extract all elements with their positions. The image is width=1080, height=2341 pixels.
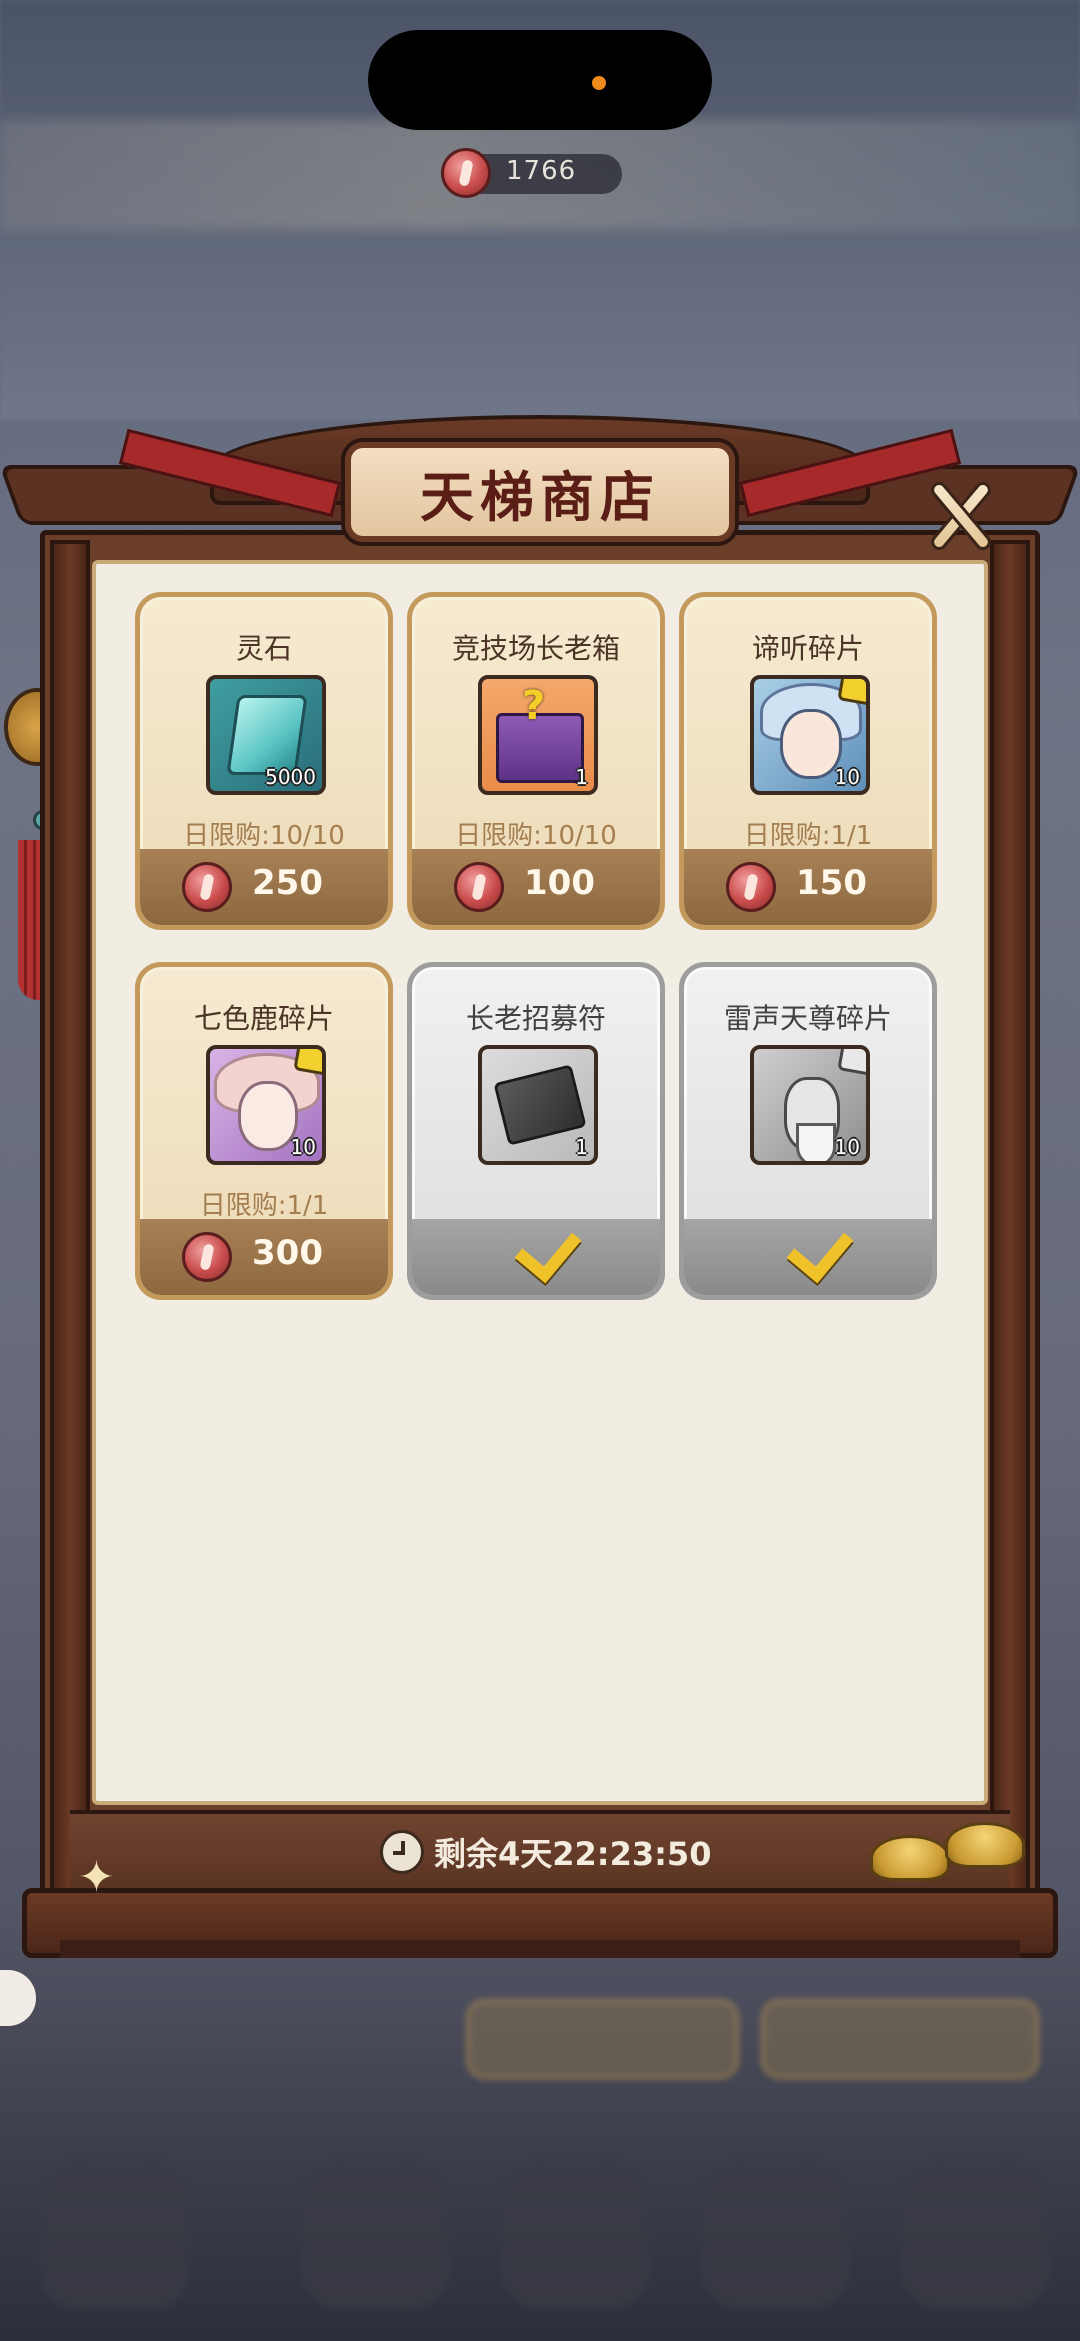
page-title: 天梯商店 bbox=[420, 464, 660, 529]
frame-post-right bbox=[990, 540, 1030, 1910]
recruit-talisman-icon: 1 bbox=[478, 1045, 598, 1165]
check-icon bbox=[784, 1227, 848, 1277]
shop-item-card-sold-out[interactable]: 长老招募符 1 bbox=[407, 962, 665, 1300]
check-icon bbox=[512, 1227, 576, 1277]
purchase-limit: 日限购:10/10 bbox=[183, 821, 345, 851]
purchase-limit: 日限购:1/1 bbox=[199, 1191, 329, 1221]
item-price: 300 bbox=[252, 1233, 323, 1273]
background-nav-item bbox=[900, 2160, 1050, 2310]
clock-icon bbox=[380, 1830, 424, 1874]
purchase-limit: 日限购:1/1 bbox=[743, 821, 873, 851]
price-button[interactable]: 150 bbox=[684, 849, 932, 925]
refresh-timer: 剩余4天22:23:50 bbox=[380, 1830, 740, 1874]
item-quantity: 1 bbox=[575, 765, 588, 789]
timer-text: 剩余4天22:23:50 bbox=[434, 1835, 712, 1873]
item-quantity: 1 bbox=[575, 1135, 588, 1159]
close-button[interactable] bbox=[915, 470, 1005, 560]
item-name: 七色鹿碎片 bbox=[193, 1002, 334, 1035]
treasure-chest-icon: ? 1 bbox=[478, 675, 598, 795]
shop-item-card[interactable]: 七色鹿碎片 10 日限购:1/1 300 bbox=[135, 962, 393, 1300]
gold-ingot-icon bbox=[870, 1835, 950, 1881]
background-button bbox=[760, 1998, 1040, 2080]
camera-notch bbox=[368, 30, 712, 130]
item-name: 长老招募符 bbox=[465, 1002, 606, 1035]
item-name: 竞技场长老箱 bbox=[451, 632, 620, 665]
background-nav-back bbox=[40, 2160, 190, 2310]
item-quantity: 10 bbox=[290, 1135, 316, 1159]
shop-item-card[interactable]: 灵石 5000 日限购:10/10 250 bbox=[135, 592, 393, 930]
ladder-coin-icon bbox=[726, 862, 776, 912]
gold-ingot-icon bbox=[945, 1822, 1025, 1868]
purchased-bar bbox=[684, 1219, 932, 1295]
price-button[interactable]: 300 bbox=[140, 1219, 388, 1295]
fragment-puzzle-icon bbox=[837, 1049, 866, 1076]
background-button bbox=[465, 1998, 740, 2080]
ladder-coin-icon bbox=[182, 1232, 232, 1282]
background-nav-item bbox=[500, 2160, 650, 2310]
item-name: 雷声天尊碎片 bbox=[723, 1002, 892, 1035]
ladder-coin-icon bbox=[182, 862, 232, 912]
ladder-coin-icon bbox=[454, 862, 504, 912]
purchased-bar bbox=[412, 1219, 660, 1295]
spirit-stone-icon: 5000 bbox=[206, 675, 326, 795]
butterfly-icon: ✦ bbox=[78, 1852, 115, 1903]
item-price: 250 bbox=[252, 863, 323, 903]
hero-portrait-icon: 10 bbox=[750, 675, 870, 795]
background-nav-item bbox=[700, 2160, 850, 2310]
background-nav-item bbox=[300, 2160, 450, 2310]
purchase-limit: 日限购:10/10 bbox=[455, 821, 617, 851]
item-name: 谛听碎片 bbox=[751, 632, 864, 665]
item-quantity: 5000 bbox=[265, 765, 316, 789]
shop-item-card[interactable]: 竞技场长老箱 ? 1 日限购:10/10 100 bbox=[407, 592, 665, 930]
item-quantity: 10 bbox=[834, 765, 860, 789]
frame-base-shadow bbox=[60, 1940, 1020, 1958]
price-button[interactable]: 250 bbox=[140, 849, 388, 925]
item-quantity: 10 bbox=[834, 1135, 860, 1159]
shop-title-plaque: 天梯商店 bbox=[345, 442, 735, 542]
ladder-coin-icon bbox=[441, 148, 491, 198]
frame-post-left bbox=[50, 540, 90, 1910]
shop-item-card-sold-out[interactable]: 雷声天尊碎片 10 bbox=[679, 962, 937, 1300]
price-button[interactable]: 100 bbox=[412, 849, 660, 925]
hero-portrait-icon: 10 bbox=[206, 1045, 326, 1165]
item-price: 100 bbox=[524, 863, 595, 903]
indicator-dot bbox=[592, 76, 606, 90]
item-price: 150 bbox=[796, 863, 867, 903]
currency-amount: 1766 bbox=[506, 156, 577, 186]
hero-portrait-icon: 10 bbox=[750, 1045, 870, 1165]
shop-item-card[interactable]: 谛听碎片 10 日限购:1/1 150 bbox=[679, 592, 937, 930]
item-name: 灵石 bbox=[235, 632, 292, 665]
